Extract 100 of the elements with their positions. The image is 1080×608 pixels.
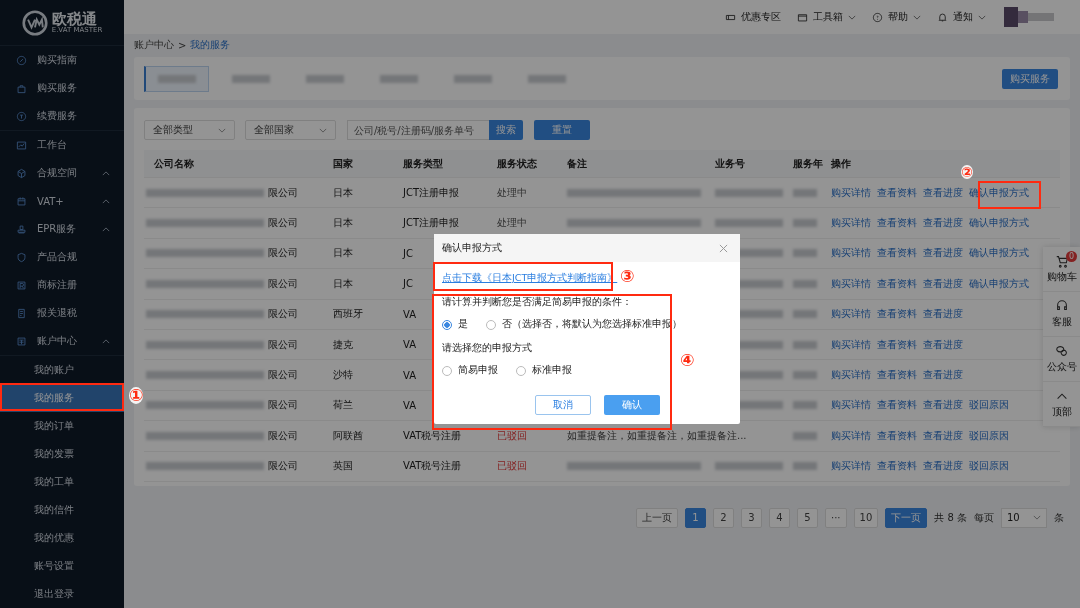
- action-link[interactable]: 查看进度: [923, 216, 963, 231]
- next-page-button[interactable]: 下一页: [885, 507, 928, 528]
- action-link[interactable]: 确认申报方式: [969, 276, 1029, 291]
- blurred-text: [793, 279, 817, 288]
- buy-service-button[interactable]: 购买服务: [1002, 68, 1058, 89]
- confirm-button[interactable]: 确认: [603, 395, 660, 415]
- action-link[interactable]: 查看资料: [877, 398, 917, 413]
- table-cell: VAT税号注册: [403, 459, 462, 474]
- sidebar-subitem[interactable]: 退出登录: [0, 580, 124, 608]
- action-link[interactable]: 查看资料: [877, 185, 917, 200]
- search-button[interactable]: 搜索: [489, 120, 523, 140]
- action-link[interactable]: 购买详情: [831, 337, 871, 352]
- sidebar-subitem[interactable]: 账号设置: [0, 552, 124, 580]
- action-link[interactable]: 查看资料: [877, 459, 917, 474]
- column-header: 业务号: [715, 156, 745, 171]
- sidebar-item[interactable]: 购买指南: [0, 46, 124, 74]
- action-link[interactable]: 购买详情: [831, 216, 871, 231]
- sidebar-subitem[interactable]: 我的优惠: [0, 524, 124, 552]
- table-cell: 日本: [333, 216, 353, 231]
- sidebar-subitem[interactable]: 我的信件: [0, 496, 124, 524]
- reset-button[interactable]: 重置: [534, 120, 590, 140]
- menu-icon: [16, 335, 27, 347]
- page-button[interactable]: 5: [797, 507, 818, 528]
- sidebar-item[interactable]: 续费服务: [0, 102, 124, 130]
- action-link[interactable]: 购买详情: [831, 307, 871, 322]
- action-link[interactable]: 确认申报方式: [969, 246, 1029, 261]
- action-link[interactable]: 查看资料: [877, 428, 917, 443]
- sidebar-item[interactable]: 合规空间: [0, 159, 124, 187]
- action-link[interactable]: 查看进度: [923, 307, 963, 322]
- column-header: 服务年: [793, 156, 823, 171]
- status-text: 处理中: [497, 185, 527, 200]
- sidebar-item[interactable]: EPR服务: [0, 215, 124, 243]
- action-link[interactable]: 查看进度: [923, 428, 963, 443]
- radio-option[interactable]: 简易申报: [442, 364, 498, 377]
- action-link[interactable]: 购买详情: [831, 459, 871, 474]
- country-select[interactable]: 全部国家: [245, 120, 336, 140]
- action-link[interactable]: 购买详情: [831, 398, 871, 413]
- sidebar-item[interactable]: 工作台: [0, 131, 124, 159]
- close-icon[interactable]: [719, 243, 728, 253]
- sidebar-subitem[interactable]: 我的账户: [0, 356, 124, 384]
- action-link[interactable]: 驳回原因: [969, 459, 1009, 474]
- radio-option[interactable]: 标准申报: [516, 364, 572, 377]
- action-link[interactable]: 查看进度: [923, 276, 963, 291]
- action-link[interactable]: 查看进度: [923, 459, 963, 474]
- cancel-button[interactable]: 取消: [534, 395, 591, 415]
- action-link[interactable]: 购买详情: [831, 368, 871, 383]
- action-link[interactable]: 查看资料: [877, 246, 917, 261]
- action-link[interactable]: 驳回原因: [969, 428, 1009, 443]
- action-link[interactable]: 查看资料: [877, 276, 917, 291]
- sidebar-item[interactable]: VAT+: [0, 187, 124, 215]
- action-link[interactable]: 购买详情: [831, 276, 871, 291]
- float-bar-item[interactable]: 购物车 0: [1043, 247, 1080, 292]
- action-link[interactable]: 查看进度: [923, 185, 963, 200]
- page-button[interactable]: ···: [825, 507, 847, 528]
- action-link[interactable]: 查看进度: [923, 337, 963, 352]
- caret-down-icon: [319, 127, 327, 133]
- sidebar-item[interactable]: 产品合规: [0, 243, 124, 271]
- action-link[interactable]: 查看进度: [923, 368, 963, 383]
- radio-option[interactable]: 是: [442, 318, 468, 331]
- top-nav-button[interactable]: 通知: [937, 10, 986, 24]
- top-nav-button[interactable]: 工具箱: [797, 10, 856, 24]
- action-link[interactable]: 查看资料: [877, 337, 917, 352]
- action-link[interactable]: 驳回原因: [969, 398, 1009, 413]
- table-cell: VA: [403, 339, 417, 351]
- blurred-tab[interactable]: [144, 65, 209, 92]
- page-button[interactable]: 2: [713, 507, 734, 528]
- action-link[interactable]: 查看资料: [877, 307, 917, 322]
- status-text: 已驳回: [497, 428, 527, 443]
- table-cell: 阿联酋: [333, 428, 363, 443]
- sidebar-item[interactable]: 购买服务: [0, 74, 124, 102]
- table-cell: VA: [403, 308, 417, 320]
- status-text: 已驳回: [497, 459, 527, 474]
- action-link[interactable]: 查看资料: [877, 216, 917, 231]
- action-link[interactable]: 购买详情: [831, 428, 871, 443]
- top-nav-button[interactable]: 优惠专区: [725, 10, 781, 24]
- annotation-number: ②: [961, 165, 973, 179]
- sidebar-subitem[interactable]: 我的订单: [0, 412, 124, 440]
- sidebar-item[interactable]: 报关退税: [0, 299, 124, 327]
- page-button[interactable]: 10: [853, 507, 879, 528]
- action-link[interactable]: 购买详情: [831, 246, 871, 261]
- action-link[interactable]: 购买详情: [831, 185, 871, 200]
- breadcrumb-link[interactable]: 账户中心: [134, 38, 174, 52]
- type-select[interactable]: 全部类型: [144, 120, 235, 140]
- search-field[interactable]: 公司/税号/注册码/服务单号: [347, 120, 489, 140]
- sidebar-item[interactable]: 商标注册: [0, 271, 124, 299]
- prev-page-button[interactable]: 上一页: [636, 507, 678, 528]
- sidebar-subitem[interactable]: 我的工单: [0, 468, 124, 496]
- page-button[interactable]: 4: [769, 507, 790, 528]
- action-link[interactable]: 确认申报方式: [969, 216, 1029, 231]
- sidebar-item[interactable]: 账户中心: [0, 327, 124, 355]
- page-button[interactable]: 3: [741, 507, 762, 528]
- action-link[interactable]: 查看资料: [877, 368, 917, 383]
- page-button[interactable]: 1: [685, 507, 706, 528]
- sidebar-subitem[interactable]: 我的发票: [0, 440, 124, 468]
- action-link[interactable]: 查看进度: [923, 398, 963, 413]
- download-link[interactable]: 点击下载《日本JCT申报方式判断指南》: [442, 272, 618, 285]
- page-size-select[interactable]: 10: [1001, 507, 1047, 528]
- column-header: 操作: [831, 156, 851, 171]
- top-nav-button[interactable]: 帮助: [872, 10, 921, 24]
- action-link[interactable]: 查看进度: [923, 246, 963, 261]
